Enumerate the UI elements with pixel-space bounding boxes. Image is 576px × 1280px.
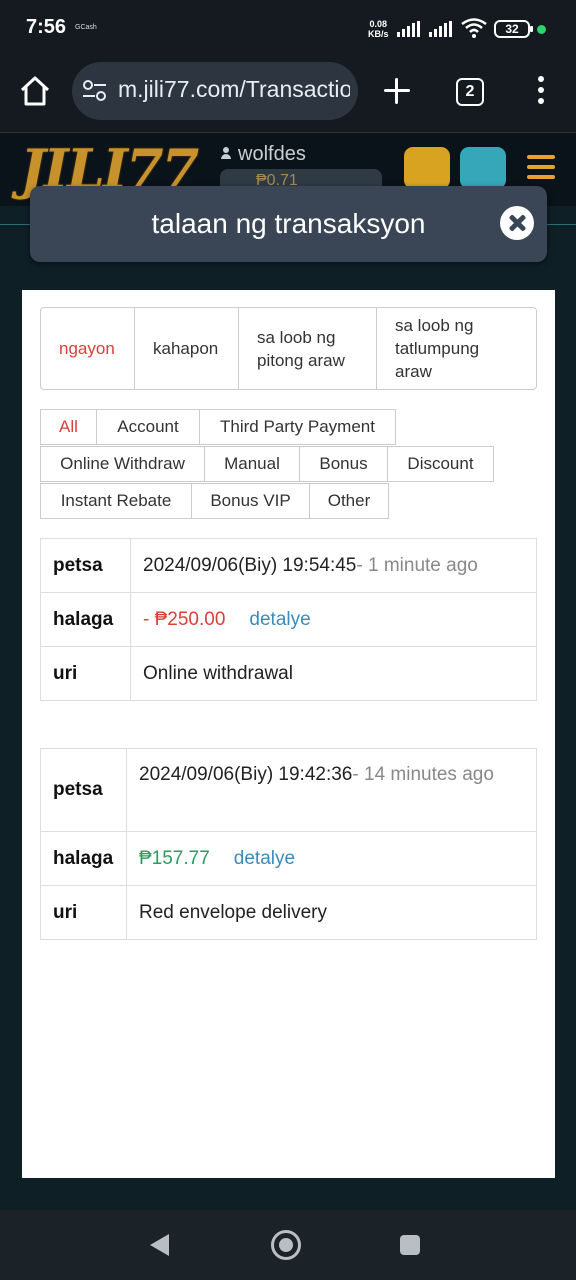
recents-icon[interactable] bbox=[400, 1235, 420, 1255]
amount-value: - ₱250.00 detalye bbox=[131, 593, 536, 646]
signal-icon bbox=[429, 21, 452, 37]
date-label: petsa bbox=[41, 539, 131, 592]
type-value: Red envelope delivery bbox=[139, 901, 328, 923]
table-row: halaga ₱157.77 detalye bbox=[41, 832, 536, 886]
type-label: uri bbox=[41, 647, 131, 700]
home-icon[interactable] bbox=[18, 74, 52, 108]
amount-value: ₱157.77 detalye bbox=[127, 832, 536, 885]
deposit-icon[interactable] bbox=[404, 147, 450, 189]
user-icon bbox=[220, 146, 232, 160]
date-label: petsa bbox=[41, 749, 127, 831]
tab-yesterday[interactable]: kahapon bbox=[135, 308, 239, 389]
home-button-icon[interactable] bbox=[271, 1230, 301, 1260]
details-link[interactable]: detalye bbox=[234, 844, 295, 874]
time-ago: - 1 minute ago bbox=[356, 554, 478, 576]
amount-label: halaga bbox=[41, 593, 131, 646]
table-row: halaga - ₱250.00 detalye bbox=[41, 593, 536, 647]
signal-icon bbox=[397, 21, 420, 37]
table-row: petsa 2024/09/06(Biy) 19:54:45- 1 minute… bbox=[41, 539, 536, 593]
filter-bonus-vip[interactable]: Bonus VIP bbox=[191, 483, 310, 519]
table-row: uri Red envelope delivery bbox=[41, 886, 536, 939]
browser-toolbar: m.jili77.com/Transactio 2 bbox=[0, 56, 576, 132]
modal-header: talaan ng transaksyon bbox=[30, 186, 547, 262]
table-row: petsa 2024/09/06(Biy) 19:42:36- 14 minut… bbox=[41, 749, 536, 832]
table-row: uri Online withdrawal bbox=[41, 647, 536, 700]
filter-online-withdraw[interactable]: Online Withdraw bbox=[40, 446, 205, 482]
filter-discount[interactable]: Discount bbox=[387, 446, 494, 482]
address-bar[interactable]: m.jili77.com/Transactio bbox=[72, 62, 358, 120]
hamburger-menu-icon[interactable] bbox=[527, 155, 555, 181]
amount-label: halaga bbox=[41, 832, 127, 885]
filter-account[interactable]: Account bbox=[96, 409, 200, 445]
back-icon[interactable] bbox=[150, 1234, 169, 1256]
date-value: 2024/09/06(Biy) 19:42:36- 14 minutes ago bbox=[139, 764, 494, 785]
details-link[interactable]: detalye bbox=[249, 605, 310, 635]
filter-instant-rebate[interactable]: Instant Rebate bbox=[40, 483, 192, 519]
tab-thirty-days[interactable]: sa loob ng tatlumpung araw bbox=[377, 308, 536, 389]
url-text[interactable]: m.jili77.com/Transactio bbox=[118, 76, 350, 103]
username: wolfdes bbox=[220, 143, 306, 166]
system-nav-bar bbox=[0, 1210, 576, 1280]
filter-manual[interactable]: Manual bbox=[204, 446, 300, 482]
filter-third-party-payment[interactable]: Third Party Payment bbox=[199, 409, 396, 445]
type-value: Online withdrawal bbox=[143, 662, 293, 684]
tab-switcher-icon[interactable]: 2 bbox=[456, 78, 484, 106]
transaction-card: petsa 2024/09/06(Biy) 19:42:36- 14 minut… bbox=[40, 748, 537, 940]
network-speed: 0.08 KB/s bbox=[368, 19, 389, 39]
filter-all[interactable]: All bbox=[40, 409, 97, 445]
new-tab-icon[interactable] bbox=[384, 78, 410, 104]
transaction-card: petsa 2024/09/06(Biy) 19:54:45- 1 minute… bbox=[40, 538, 537, 701]
more-menu-icon[interactable] bbox=[536, 76, 546, 106]
date-value: 2024/09/06(Biy) 19:54:45- 1 minute ago bbox=[131, 539, 536, 592]
battery-icon: 32 bbox=[494, 20, 533, 38]
status-bar: 7:56 GCash 0.08 KB/s 32 bbox=[0, 0, 576, 56]
time-ago: - 14 minutes ago bbox=[352, 764, 494, 785]
withdraw-icon[interactable] bbox=[460, 147, 506, 189]
filter-bonus[interactable]: Bonus bbox=[299, 446, 388, 482]
transaction-panel: ngayon kahapon sa loob ng pitong araw sa… bbox=[22, 290, 555, 1178]
clock: 7:56 bbox=[26, 16, 67, 38]
privacy-dot bbox=[537, 25, 546, 34]
site-settings-icon[interactable] bbox=[82, 80, 108, 102]
filter-other[interactable]: Other bbox=[309, 483, 389, 519]
date-range-tabs: ngayon kahapon sa loob ng pitong araw sa… bbox=[40, 307, 537, 390]
type-label: uri bbox=[41, 886, 127, 939]
gcash-notification: GCash bbox=[75, 24, 97, 31]
close-icon[interactable] bbox=[500, 206, 534, 240]
modal-title: talaan ng transaksyon bbox=[151, 208, 426, 239]
tab-today[interactable]: ngayon bbox=[41, 308, 135, 389]
wifi-icon bbox=[461, 18, 487, 38]
tab-seven-days[interactable]: sa loob ng pitong araw bbox=[239, 308, 377, 389]
